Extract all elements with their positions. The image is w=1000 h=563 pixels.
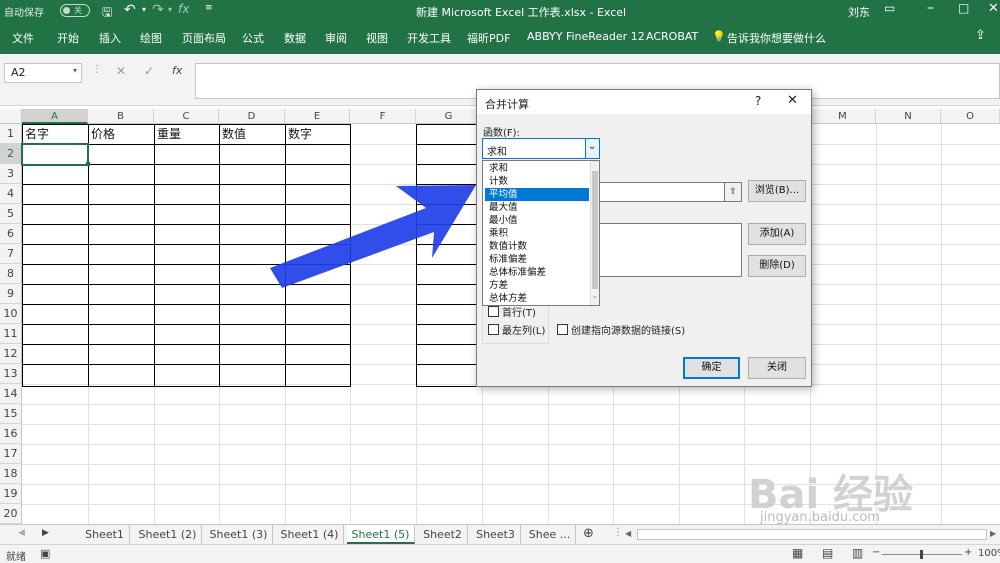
function-select[interactable]: 求和 ⌄ <box>482 138 600 159</box>
option-count-numbers[interactable]: 数值计数 <box>485 240 589 253</box>
page-layout-view-icon[interactable]: ▤ <box>822 546 833 560</box>
first-row-checkbox[interactable] <box>488 306 499 317</box>
hscroll-right-icon[interactable]: ▶ <box>990 529 996 538</box>
sheet-tab-7[interactable]: Sheet3 <box>471 525 521 544</box>
close-dialog-button[interactable]: 关闭 <box>748 357 806 379</box>
scroll-up-icon[interactable]: ⌃ <box>592 159 598 167</box>
macro-record-icon[interactable]: ▣ <box>40 547 50 560</box>
page-break-view-icon[interactable]: ▥ <box>852 546 863 560</box>
option-var[interactable]: 方差 <box>485 279 589 292</box>
zoom-slider-thumb[interactable] <box>920 550 923 559</box>
option-average[interactable]: 平均值 <box>485 188 589 201</box>
chevron-down-icon: ⌄ <box>588 141 597 152</box>
add-sheet-icon[interactable]: ⊕ <box>583 526 594 541</box>
option-min[interactable]: 最小值 <box>485 214 589 227</box>
option-stdev[interactable]: 标准偏差 <box>485 253 589 266</box>
watermark-url: jingyan.baidu.com <box>760 510 880 525</box>
zoom-slider[interactable] <box>882 550 962 559</box>
dialog-title-bar: 合并计算 ? ✕ <box>477 90 811 114</box>
option-sum[interactable]: 求和 <box>485 162 589 175</box>
add-button[interactable]: 添加(A) <box>748 223 806 245</box>
scroll-tabs-left-icon[interactable]: ◀ <box>18 528 25 538</box>
browse-button[interactable]: 浏览(B)... <box>748 180 806 202</box>
left-column-label: 最左列(L) <box>502 326 546 337</box>
zoom-out-icon[interactable]: − <box>872 547 880 558</box>
sheet-tab-1[interactable]: Sheet1 <box>80 525 130 544</box>
delete-button[interactable]: 删除(D) <box>748 255 806 277</box>
scroll-tabs-right-icon[interactable]: ▶ <box>42 528 49 538</box>
ok-button[interactable]: 确定 <box>683 357 740 379</box>
sheet-tab-8[interactable]: Shee ... <box>524 525 576 544</box>
sheet-tab-4[interactable]: Sheet1 (4) <box>276 525 344 544</box>
dropdown-scrollbar[interactable]: ⌃ ⌄ <box>590 159 599 305</box>
option-stdevp[interactable]: 总体标准偏差 <box>485 266 589 279</box>
zoom-level[interactable]: 100% <box>978 548 1000 559</box>
normal-view-icon[interactable]: ▦ <box>792 546 803 560</box>
sheet-tab-3[interactable]: Sheet1 (3) <box>205 525 273 544</box>
function-dropdown-button[interactable]: ⌄ <box>585 139 599 158</box>
dialog-help-icon[interactable]: ? <box>755 94 761 108</box>
link-source-label: 创建指向源数据的链接(S) <box>571 326 686 337</box>
scroll-down-icon[interactable]: ⌄ <box>592 292 598 300</box>
status-ready: 就绪 <box>6 552 26 563</box>
split-handle-icon[interactable]: ⋮ <box>613 527 623 538</box>
function-dropdown-list: 求和 计数 平均值 最大值 最小值 乘积 数值计数 标准偏差 总体标准偏差 方差… <box>482 159 600 306</box>
option-product[interactable]: 乘积 <box>485 227 589 240</box>
horizontal-scrollbar[interactable] <box>637 529 987 540</box>
link-source-checkbox[interactable] <box>557 324 568 335</box>
status-bar: 就绪 ▣ ▦ ▤ ▥ − + 100% <box>0 544 1000 563</box>
sheet-tab-6[interactable]: Sheet2 <box>418 525 468 544</box>
function-select-value: 求和 <box>487 147 507 158</box>
option-max[interactable]: 最大值 <box>485 201 589 214</box>
option-count[interactable]: 计数 <box>485 175 589 188</box>
option-varp[interactable]: 总体方差 <box>485 292 589 305</box>
consolidate-dialog: 合并计算 ? ✕ 函数(F): 求和 ⌄ ⇧ 浏览(B)... 添加(A) 删除… <box>476 89 812 387</box>
left-column-checkbox[interactable] <box>488 324 499 335</box>
first-row-label: 首行(T) <box>502 308 536 319</box>
function-label: 函数(F): <box>483 128 520 139</box>
dialog-close-icon[interactable]: ✕ <box>787 93 798 108</box>
dialog-title: 合并计算 <box>485 98 529 111</box>
collapse-dialog-icon[interactable]: ⇧ <box>724 182 742 202</box>
sheet-tab-2[interactable]: Sheet1 (2) <box>134 525 202 544</box>
zoom-in-icon[interactable]: + <box>964 547 972 558</box>
sheet-tab-5[interactable]: Sheet1 (5) <box>347 525 415 544</box>
sheet-tabs-bar: ◀ ▶ Sheet1 Sheet1 (2) Sheet1 (3) Sheet1 … <box>0 524 1000 544</box>
dropdown-scroll-thumb[interactable] <box>592 171 598 289</box>
hscroll-left-icon[interactable]: ◀ <box>625 529 631 538</box>
